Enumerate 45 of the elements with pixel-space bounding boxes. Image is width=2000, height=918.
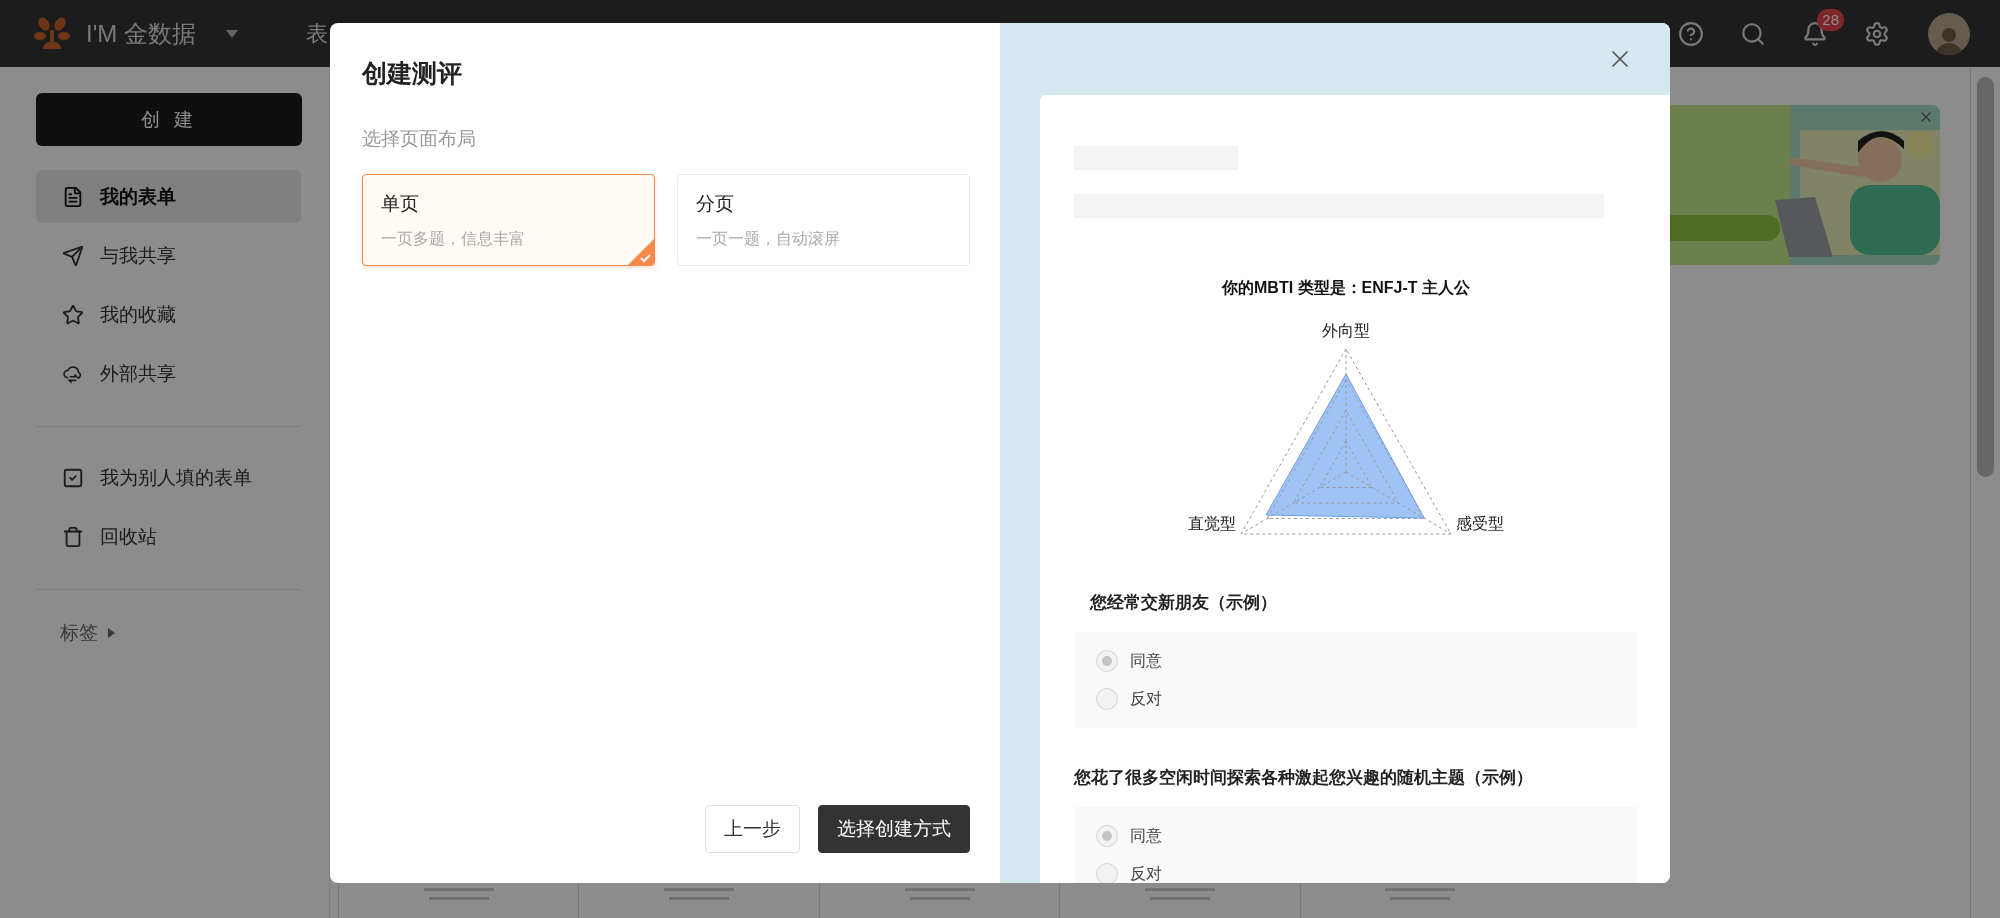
radio-button[interactable]	[1096, 650, 1118, 672]
notification-count: 28	[1817, 8, 1844, 31]
sidebar-item[interactable]: 我为别人填的表单	[36, 451, 301, 504]
sidebar-item[interactable]: 与我共享	[36, 229, 301, 282]
question-text: 您花了很多空闲时间探索各种激起您兴趣的随机主题（示例）	[1074, 767, 1534, 789]
caret-icon[interactable]	[108, 628, 115, 638]
option-label: 反对	[1130, 688, 1162, 709]
next-button[interactable]: 选择创建方式	[818, 805, 970, 853]
option-label: 同意	[1130, 825, 1162, 846]
dialog-title: 创建测评	[362, 58, 463, 89]
radio-button[interactable]	[1096, 825, 1118, 847]
checkbox-icon	[62, 466, 84, 489]
nav-tab[interactable]: 表	[305, 18, 328, 49]
axis-label: 感受型	[1456, 514, 1504, 534]
sidebar-item[interactable]: 回收站	[36, 510, 301, 563]
sidebar-item[interactable]: 外部共享	[36, 347, 301, 400]
create-button[interactable]: 创 建	[36, 93, 302, 146]
option-label: 同意	[1130, 650, 1162, 671]
tags-section[interactable]: 标签	[60, 620, 98, 646]
scrollbar-thumb[interactable]	[1977, 77, 1994, 477]
search-icon[interactable]	[1740, 20, 1766, 47]
back-button[interactable]: 上一步	[705, 805, 800, 853]
layout-option[interactable]: 单页 一页多题，信息丰富	[362, 174, 655, 266]
checkmark-icon	[628, 239, 654, 265]
question-text: 您经常交新朋友（示例）	[1088, 592, 1278, 614]
send-icon	[62, 244, 84, 267]
result-title: 你的MBTI 类型是：ENFJ-T 主人公	[1220, 278, 1471, 298]
section-label: 选择页面布局	[362, 127, 477, 151]
settings-icon[interactable]	[1864, 20, 1890, 47]
axis-label: 外向型	[1321, 321, 1371, 341]
option-label: 反对	[1130, 863, 1162, 883]
sidebar-item[interactable]: 我的收藏	[36, 288, 301, 341]
brand-name[interactable]: I'M 金数据	[86, 17, 196, 50]
avatar[interactable]	[1928, 12, 1970, 55]
tree-logo-icon	[34, 15, 70, 52]
help-icon[interactable]	[1678, 20, 1704, 47]
star-icon	[62, 303, 84, 326]
document-icon	[62, 185, 84, 208]
caret-icon[interactable]	[225, 29, 238, 38]
radio-button[interactable]	[1096, 863, 1118, 883]
sidebar-item[interactable]: 我的表单	[36, 170, 301, 223]
layout-option[interactable]: 分页 一页一题，自动滚屏	[677, 174, 970, 266]
radio-button[interactable]	[1096, 688, 1118, 710]
trash-icon	[62, 525, 84, 548]
axis-label: 直觉型	[1188, 514, 1236, 534]
